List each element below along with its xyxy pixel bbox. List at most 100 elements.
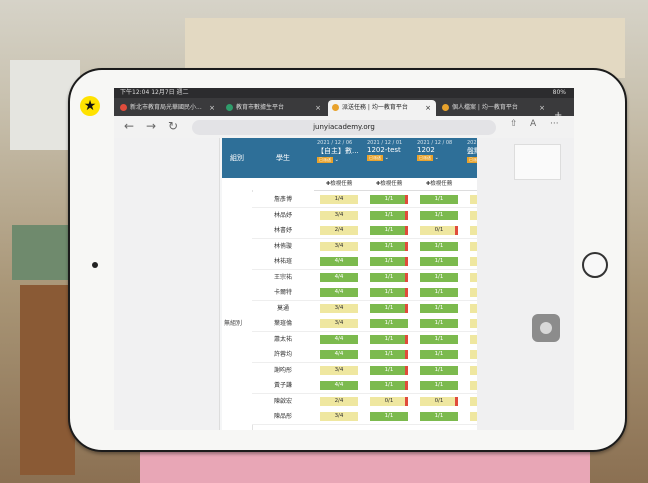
progress-cell[interactable]: 1/1 [364, 409, 414, 425]
progress-cell[interactable]: 4/4 [314, 347, 364, 363]
progress-cell[interactable]: 3/ [464, 347, 477, 363]
progress-cell[interactable]: 3/4 [314, 300, 364, 317]
tab-close-icon[interactable]: × [209, 100, 215, 116]
incomplete-flag-icon [455, 226, 458, 235]
progress-cell[interactable]: 1/1 [364, 192, 414, 208]
task-column-header[interactable]: 2021 / 1...盤點幼已派送 ⌄ [464, 138, 477, 178]
progress-cell[interactable]: 3/ [464, 192, 477, 208]
view-task-link[interactable]: ✚檢視任務 [414, 178, 464, 191]
progress-cell[interactable]: 3/ [464, 269, 477, 286]
progress-pill: 1/1 [370, 381, 408, 390]
reader-icon[interactable]: A [530, 119, 536, 129]
progress-cell[interactable]: 4/4 [314, 269, 364, 286]
more-menu-icon[interactable]: ··· [550, 119, 559, 129]
task-column-header[interactable]: 2021 / 12 / 08 1202 已派送 ⌄ [414, 138, 464, 178]
student-name: 葉瑄倫 [252, 316, 314, 332]
progress-cell[interactable]: 1/1 [414, 192, 464, 208]
progress-cell[interactable]: 1/1 [364, 316, 414, 332]
progress-cell[interactable]: 3/ [464, 393, 477, 410]
tab-close-icon[interactable]: × [539, 100, 545, 116]
battery-indicator: 80% [552, 89, 566, 96]
progress-cell[interactable]: 1/1 [414, 347, 464, 363]
progress-cell[interactable]: 1/1 [364, 362, 414, 379]
progress-cell[interactable]: 0/1 [414, 223, 464, 239]
progress-cell[interactable]: 3/4 [314, 409, 364, 425]
progress-cell[interactable]: 1/1 [414, 316, 464, 332]
reload-icon[interactable]: ↻ [168, 119, 178, 133]
progress-cell[interactable]: 4/4 [314, 378, 364, 394]
address-bar[interactable]: junyiacademy.org [192, 120, 496, 135]
progress-cell[interactable]: 3/4 [314, 362, 364, 379]
progress-value: 1/1 [434, 335, 444, 342]
url-text: junyiacademy.org [313, 123, 375, 131]
progress-cell[interactable]: 3/4 [314, 238, 364, 255]
progress-cell[interactable]: 1/1 [364, 207, 414, 224]
share-icon[interactable]: ⇧ [510, 119, 518, 129]
view-task-link[interactable]: ✚檢視 [464, 178, 477, 191]
progress-cell[interactable]: 4/4 [314, 254, 364, 270]
progress-cell[interactable]: 3/ [464, 316, 477, 332]
assistive-touch-button[interactable] [532, 314, 560, 342]
progress-cell[interactable]: 1/1 [414, 238, 464, 255]
tab-close-icon[interactable]: × [425, 100, 431, 116]
progress-cell[interactable]: 1/4 [314, 192, 364, 208]
progress-cell[interactable]: 1/1 [414, 378, 464, 394]
student-name: 陳品彤 [252, 409, 314, 425]
progress-cell[interactable]: 1/1 [414, 269, 464, 286]
progress-pill: 2/4 [320, 396, 358, 406]
progress-cell[interactable]: 1/1 [414, 207, 464, 224]
progress-cell[interactable]: 3/ [464, 331, 477, 348]
progress-cell[interactable]: 0/ [464, 254, 477, 270]
view-task-link[interactable]: ✚檢視任務 [314, 178, 364, 191]
progress-value: 1/1 [434, 242, 444, 249]
progress-cell[interactable]: 1/1 [364, 378, 414, 394]
progress-cell[interactable]: 1/1 [414, 300, 464, 317]
progress-cell[interactable]: 1/1 [364, 347, 414, 363]
chevron-down-icon[interactable]: ⌄ [435, 155, 439, 161]
progress-cell[interactable]: 1/1 [414, 409, 464, 425]
browser-tab-school[interactable]: 新北市教育局光華國民小... × [116, 100, 220, 116]
task-column-header[interactable]: 2021 / 12 / 01 1202-test 已派送 ⌄ [364, 138, 414, 178]
progress-cell[interactable]: 2/4 [314, 223, 364, 239]
progress-cell[interactable]: 4/4 [314, 331, 364, 348]
browser-tab-data-platform[interactable]: 教育市數據生平台 × [222, 100, 326, 116]
progress-cell[interactable]: 3/4 [314, 316, 364, 332]
progress-pill: 1/1 [370, 350, 408, 359]
progress-cell[interactable]: 1/1 [364, 238, 414, 255]
progress-cell[interactable]: 3/ [464, 223, 477, 239]
progress-cell[interactable]: 1/1 [414, 331, 464, 348]
progress-cell[interactable]: 1/1 [414, 362, 464, 379]
progress-cell[interactable]: 3/ [464, 207, 477, 224]
progress-cell[interactable]: 1/1 [364, 254, 414, 270]
view-task-link[interactable]: ✚檢視任務 [364, 178, 414, 191]
progress-pill: 1/1 [370, 319, 408, 328]
browser-tab-assign-task[interactable]: 派送任務 | 均一教育平台 × [328, 100, 436, 116]
progress-cell[interactable]: 3/ [464, 409, 477, 425]
progress-cell[interactable]: 1/1 [364, 269, 414, 286]
task-column-header[interactable]: 2021 / 12 / 06 【自主】數... 已派送 ⌄ [314, 138, 364, 178]
progress-cell[interactable]: 1/1 [364, 223, 414, 239]
progress-cell[interactable]: 3/4 [314, 207, 364, 224]
progress-cell[interactable]: 2/4 [314, 393, 364, 410]
progress-cell[interactable]: 1/1 [364, 300, 414, 317]
progress-cell[interactable]: 1/1 [414, 254, 464, 270]
chevron-down-icon[interactable]: ⌄ [335, 157, 339, 163]
progress-cell[interactable]: 0/1 [414, 393, 464, 410]
progress-cell[interactable]: 1/1 [364, 331, 414, 348]
progress-cell[interactable]: 3/ [464, 300, 477, 317]
progress-cell[interactable]: 0/1 [364, 393, 414, 410]
progress-cell[interactable]: 3/ [464, 378, 477, 394]
progress-cell[interactable]: 1/1 [364, 285, 414, 301]
chevron-down-icon[interactable]: ⌄ [385, 155, 389, 161]
progress-cell[interactable]: 4/4 [314, 285, 364, 301]
back-arrow-icon[interactable]: ← [124, 119, 134, 133]
progress-pill: 1/1 [370, 334, 408, 344]
progress-cell[interactable]: 3/ [464, 285, 477, 301]
progress-cell[interactable]: 1/ [464, 238, 477, 255]
progress-cell[interactable]: 1/1 [414, 285, 464, 301]
forward-arrow-icon[interactable]: → [146, 119, 156, 133]
progress-cell[interactable]: 3/ [464, 362, 477, 379]
browser-tab-profile[interactable]: 個人檔案 | 均一教育平台 × [438, 100, 550, 116]
home-button[interactable] [582, 252, 608, 278]
tab-close-icon[interactable]: × [315, 100, 321, 116]
